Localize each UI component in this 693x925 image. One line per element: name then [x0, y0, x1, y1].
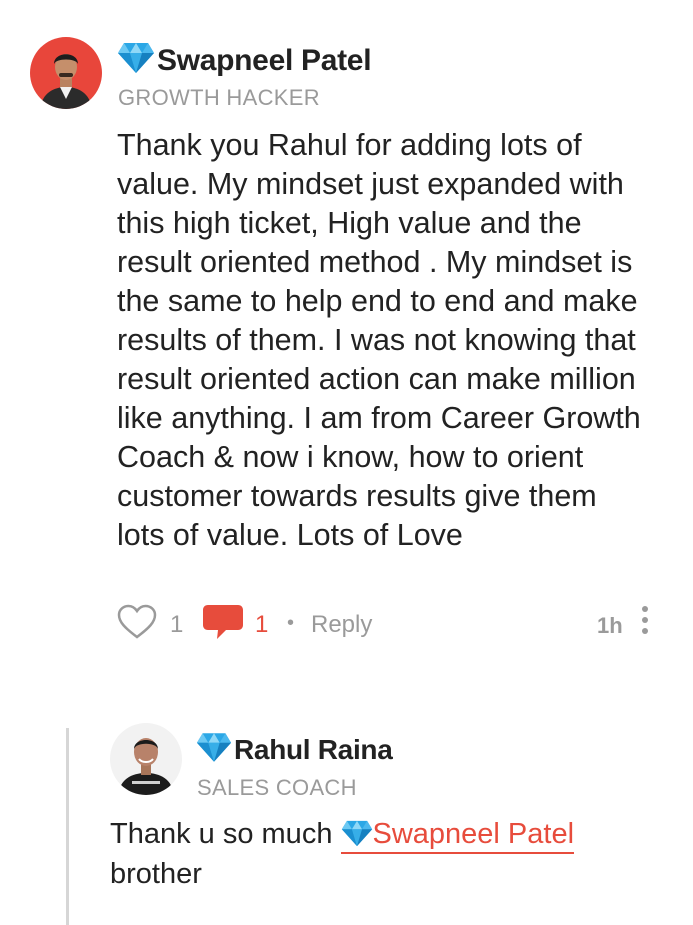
comment-line: like anything. I am from Career Growth — [117, 401, 641, 435]
reply-text-before: Thank u so much — [110, 818, 341, 850]
comment-line: this high ticket, High value and the — [117, 206, 582, 240]
heart-icon — [117, 604, 157, 639]
comment-line: result oriented action can make million — [117, 362, 636, 396]
diamond-badge-icon — [341, 820, 372, 847]
reply-link[interactable]: Reply — [311, 611, 372, 639]
comment-line: lots of value. Lots of Love — [117, 518, 463, 552]
diamond-badge-icon — [196, 732, 232, 768]
comment-line: Coach & now i know, how to orient — [117, 440, 584, 474]
avatar-rahul[interactable] — [110, 723, 182, 795]
like-count: 1 — [170, 611, 184, 638]
comment-line: result oriented method . My mindset is — [117, 245, 633, 279]
reply-body: Thank u so much Swapneel Patel brother — [110, 814, 670, 894]
reply-author-name[interactable]: Rahul Raina — [234, 734, 393, 766]
comment-line: Thank you Rahul for adding lots of — [117, 128, 582, 162]
thread-line — [66, 728, 69, 925]
separator-dot: • — [287, 612, 295, 634]
comment-line: customer towards results give them — [117, 479, 597, 513]
comment-line: value. My mindset just expanded with — [117, 167, 624, 201]
comment-author-role: GROWTH HACKER — [118, 85, 320, 110]
mention-name: Swapneel Patel — [372, 818, 575, 850]
reply-count: 1 — [255, 611, 269, 638]
comment-timestamp: 1h — [597, 613, 623, 638]
like-button[interactable] — [117, 604, 157, 640]
reply-author-role: SALES COACH — [197, 775, 357, 800]
mention-link[interactable]: Swapneel Patel — [340, 818, 575, 854]
comment-line: results of them. I was not knowing that — [117, 323, 636, 357]
replies-button[interactable] — [202, 603, 244, 641]
avatar-swapneel[interactable] — [30, 37, 102, 109]
speech-bubble-icon — [203, 605, 243, 639]
diamond-badge-icon — [117, 42, 155, 79]
more-options-icon[interactable] — [638, 606, 652, 640]
reply-text-after: brother — [110, 858, 202, 890]
comment-author-name[interactable]: Swapneel Patel — [157, 44, 372, 78]
comment-body: Thank you Rahul for adding lots of value… — [117, 126, 677, 555]
comment-line: the same to help end to end and make — [117, 284, 638, 318]
